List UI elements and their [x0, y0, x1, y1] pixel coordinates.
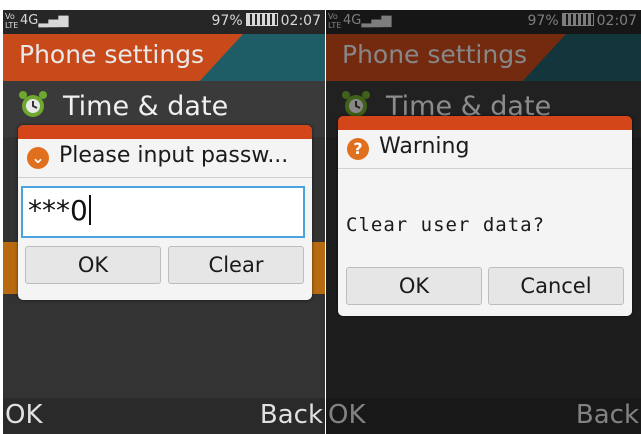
- clear-button[interactable]: Clear: [168, 246, 304, 284]
- password-dialog: ⌄ Please input passw... ***0 OK Clear: [18, 125, 312, 300]
- cancel-button[interactable]: Cancel: [488, 267, 624, 305]
- warning-dialog: ? Warning Clear user data? OK Cancel: [338, 116, 632, 316]
- ok-button[interactable]: OK: [346, 267, 482, 305]
- softkey-left[interactable]: OK: [5, 400, 43, 430]
- alarm-clock-icon: [19, 91, 47, 117]
- dialog-title: Warning: [379, 134, 470, 159]
- softkey-bar: OK Back: [3, 398, 325, 434]
- ok-button[interactable]: OK: [25, 246, 161, 284]
- status-bar: Vo LTE 4G▂▄▆ 97% 02:07: [3, 10, 325, 34]
- list-item-label: Time & date: [63, 91, 229, 122]
- dialog-message: Clear user data?: [346, 214, 546, 236]
- password-value: ***0: [28, 194, 88, 227]
- signal-icon: 4G▂▄▆: [20, 13, 69, 28]
- softkey-right[interactable]: Back: [260, 400, 323, 430]
- settings-header: Phone settings: [3, 34, 325, 81]
- chevron-down-icon: ⌄: [27, 147, 49, 169]
- phone-screen-left: Vo LTE 4G▂▄▆ 97% 02:07 Phone settings Tim…: [3, 10, 325, 434]
- question-icon: ?: [347, 138, 369, 160]
- volte-indicator: Vo LTE: [5, 12, 19, 30]
- clock: 02:07: [280, 13, 321, 29]
- phone-screen-right: Vo LTE 4G▂▄▆ 97% 02:07 Phone settings Tim…: [326, 10, 641, 434]
- battery-percent: 97%: [211, 13, 243, 29]
- status-right: 97% 02:07: [212, 13, 321, 29]
- dialog-title: Please input passw...: [59, 143, 289, 168]
- page-title: Phone settings: [19, 40, 205, 69]
- password-input[interactable]: ***0: [21, 186, 305, 238]
- text-caret: [88, 195, 91, 225]
- dialog-title-row: ⌄ Please input passw...: [18, 139, 312, 178]
- dialog-title-row: ? Warning: [338, 130, 632, 169]
- battery-icon: [245, 13, 278, 26]
